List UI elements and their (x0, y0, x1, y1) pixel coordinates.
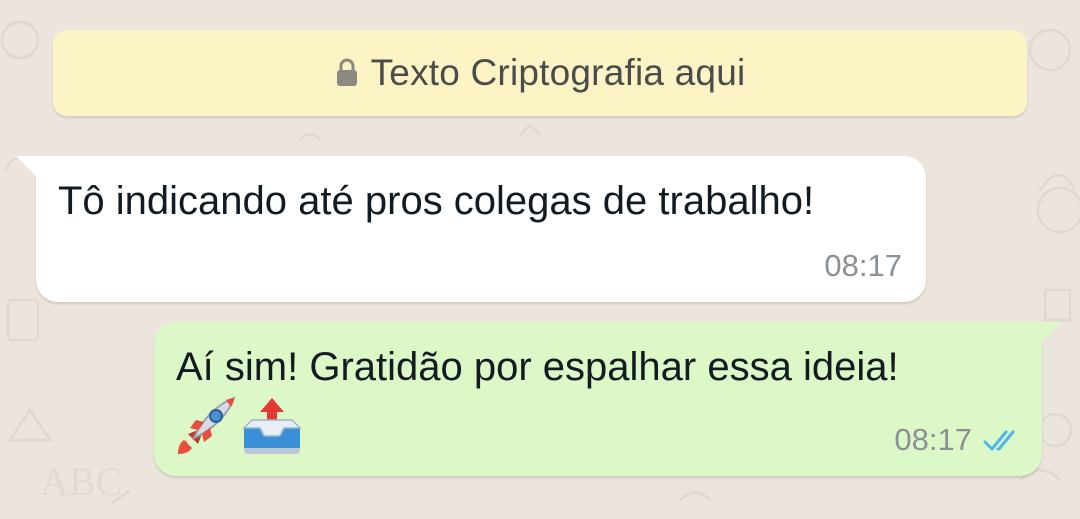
incoming-message-bubble[interactable]: Tô indicando até pros colegas de trabalh… (16, 156, 926, 302)
lock-icon (335, 58, 359, 88)
double-check-icon (983, 430, 1015, 451)
outgoing-message-bubble[interactable]: Aí sim! Gratidão por espalhar essa ideia… (154, 322, 1062, 476)
emoji-row (174, 394, 304, 458)
message-text: Tô indicando até pros colegas de trabalh… (58, 179, 815, 223)
svg-text:ABC: ABC (40, 459, 122, 504)
rocket-emoji (174, 394, 238, 458)
message-timestamp: 08:17 (824, 248, 902, 283)
message-timestamp: 08:17 (894, 422, 972, 457)
bubble-tail (1036, 322, 1062, 348)
encryption-notice-text: Texto Criptografia aqui (370, 52, 746, 93)
encryption-notice-banner[interactable]: Texto Criptografia aqui (53, 30, 1027, 116)
bubble-tail (16, 156, 42, 182)
message-text: Aí sim! Gratidão por espalhar essa ideia… (176, 345, 899, 389)
outbox-tray-emoji (240, 394, 304, 458)
